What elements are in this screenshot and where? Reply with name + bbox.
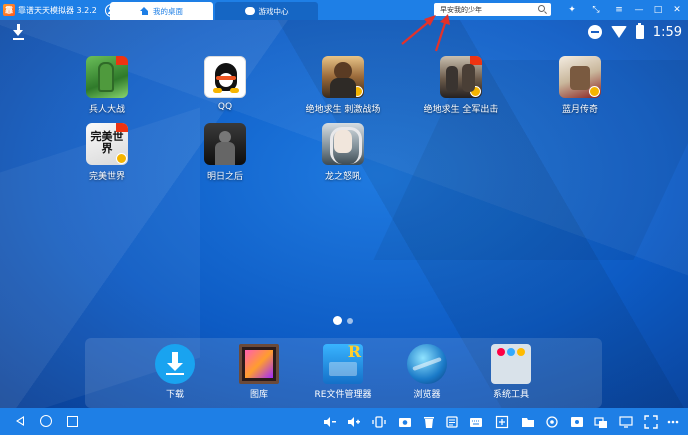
dock-label: 系统工具 bbox=[492, 390, 529, 400]
tab-label: 我的桌面 bbox=[153, 6, 183, 16]
app-qq[interactable]: QQ bbox=[175, 56, 275, 112]
app-label: 明日之后 bbox=[206, 172, 243, 182]
dock: 下载 图库 RE文件管理器 浏览器 系统工具 bbox=[85, 338, 602, 408]
pin-icon[interactable]: ✦ bbox=[565, 3, 579, 17]
app-soldier-war[interactable]: 兵人大战 bbox=[57, 56, 157, 115]
dock-label: RE文件管理器 bbox=[314, 390, 372, 400]
dock-label: 下载 bbox=[165, 390, 184, 400]
app-pubg-exhilarating[interactable]: 绝地求生 刺激战场 bbox=[293, 56, 393, 115]
multi-window-icon[interactable] bbox=[593, 414, 609, 429]
screen-mirror-icon[interactable] bbox=[618, 414, 634, 429]
shake-icon[interactable] bbox=[371, 414, 387, 429]
app-logo-icon: 靠 bbox=[3, 4, 15, 16]
browser-icon bbox=[407, 344, 447, 384]
pubg-icon bbox=[440, 56, 482, 98]
dock-app-system-tools[interactable]: 系统工具 bbox=[471, 344, 551, 400]
search-icon[interactable] bbox=[538, 5, 545, 12]
app-life-after[interactable]: 明日之后 bbox=[175, 123, 275, 182]
app-label: QQ bbox=[217, 102, 233, 112]
qq-icon bbox=[204, 56, 246, 98]
title-bar: 靠 靠谱天天模拟器 3.2.2 bbox=[0, 0, 688, 20]
android-desktop: 1:59 兵人大战 QQ 绝地求生 刺激战场 绝地求生 全军出击 蓝月传奇 完美… bbox=[0, 20, 688, 408]
install-apk-icon[interactable] bbox=[494, 414, 510, 429]
dock-app-download[interactable]: 下载 bbox=[135, 344, 215, 400]
clock: 1:59 bbox=[652, 24, 682, 40]
app-blue-moon-legend[interactable]: 蓝月传奇 bbox=[530, 56, 630, 115]
record-icon[interactable] bbox=[569, 414, 585, 429]
menu-icon[interactable]: ≡ bbox=[612, 3, 626, 17]
gamepad-icon bbox=[244, 7, 255, 15]
download-icon bbox=[155, 344, 195, 384]
page-dot[interactable] bbox=[347, 317, 353, 324]
app-label: 绝地求生 刺激战场 bbox=[305, 105, 381, 115]
maximize-button[interactable]: □ bbox=[651, 3, 665, 17]
home-button[interactable] bbox=[40, 415, 52, 427]
download-status-icon bbox=[12, 24, 26, 40]
shared-folder-icon[interactable] bbox=[520, 414, 536, 429]
tab-label: 游戏中心 bbox=[258, 6, 289, 16]
page-indicator bbox=[333, 316, 353, 325]
shrink-icon[interactable]: ⤡ bbox=[589, 3, 603, 17]
tab-my-desktop[interactable]: 我的桌面 bbox=[110, 2, 213, 20]
app-pubg-full-army[interactable]: 绝地求生 全军出击 bbox=[411, 56, 511, 115]
app-title: 靠谱天天模拟器 3.2.2 bbox=[18, 5, 97, 15]
dock-label: 浏览器 bbox=[413, 390, 441, 400]
battery-icon bbox=[635, 22, 644, 39]
gallery-icon bbox=[239, 344, 279, 384]
screenshot-icon[interactable] bbox=[397, 414, 413, 429]
do-not-disturb-icon bbox=[587, 25, 602, 39]
app-label: 蓝月传奇 bbox=[561, 105, 598, 115]
world-icon: 完美世界 bbox=[86, 123, 128, 165]
fullscreen-icon[interactable] bbox=[643, 414, 659, 429]
dock-app-browser[interactable]: 浏览器 bbox=[387, 344, 467, 400]
app-label: 绝地求生 全军出击 bbox=[423, 105, 499, 115]
volume-up-icon[interactable] bbox=[346, 414, 362, 429]
pubg-icon bbox=[322, 56, 364, 98]
dock-app-re-file-manager[interactable]: RE文件管理器 bbox=[303, 342, 383, 400]
close-button[interactable]: ✕ bbox=[670, 3, 684, 17]
recent-apps-button[interactable] bbox=[67, 415, 78, 427]
dawn-icon bbox=[204, 123, 246, 165]
more-options-icon[interactable] bbox=[665, 414, 681, 429]
re-file-manager-icon bbox=[323, 342, 363, 384]
volume-down-icon[interactable] bbox=[322, 414, 338, 429]
app-label: 龙之怒吼 bbox=[324, 172, 361, 182]
system-tools-icon bbox=[491, 344, 531, 384]
keyboard-icon[interactable] bbox=[468, 414, 484, 429]
bottom-toolbar bbox=[0, 408, 688, 435]
dragon-icon bbox=[322, 123, 364, 165]
soldier-icon bbox=[86, 56, 128, 98]
dock-app-gallery[interactable]: 图库 bbox=[219, 344, 299, 400]
minimize-button[interactable]: — bbox=[632, 3, 646, 17]
search-input[interactable]: 早安我的少年 bbox=[434, 3, 551, 16]
search-value: 早安我的少年 bbox=[440, 5, 482, 14]
app-label: 兵人大战 bbox=[88, 105, 125, 115]
app-label: 完美世界 bbox=[88, 172, 125, 182]
clear-icon[interactable] bbox=[421, 414, 437, 429]
dock-label: 图库 bbox=[249, 390, 268, 400]
world-icon-text: 完美世界 bbox=[90, 130, 124, 155]
back-button[interactable] bbox=[14, 414, 28, 428]
location-icon[interactable] bbox=[544, 414, 560, 429]
tab-game-center[interactable]: 游戏中心 bbox=[215, 2, 318, 20]
notes-icon[interactable] bbox=[444, 414, 460, 429]
legend-icon bbox=[559, 56, 601, 98]
wifi-icon bbox=[610, 26, 627, 38]
home-icon bbox=[140, 7, 149, 15]
app-dragon-roar[interactable]: 龙之怒吼 bbox=[293, 123, 393, 182]
status-bar: 1:59 bbox=[587, 22, 682, 42]
page-dot-current[interactable] bbox=[333, 316, 342, 325]
app-perfect-world[interactable]: 完美世界 完美世界 bbox=[57, 123, 157, 182]
